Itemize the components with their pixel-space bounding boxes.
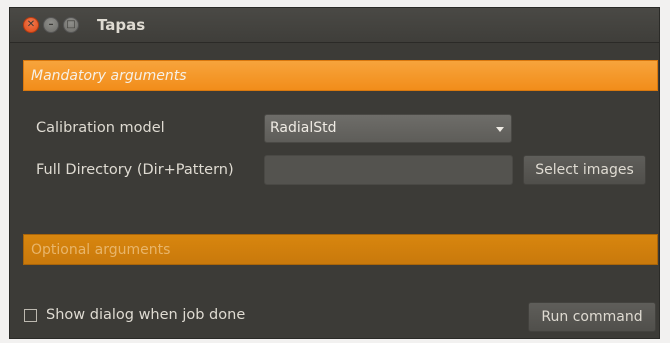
- mandatory-arguments-label: Mandatory arguments: [31, 68, 187, 84]
- chevron-down-icon: [496, 127, 504, 132]
- tapas-window: ✕ – □ Tapas Mandatory arguments Calibrat…: [9, 7, 660, 339]
- minimize-icon: –: [48, 19, 54, 30]
- optional-arguments-header[interactable]: Optional arguments: [23, 234, 658, 265]
- minimize-window-button[interactable]: –: [43, 17, 59, 33]
- calibration-model-select[interactable]: RadialStd: [264, 114, 512, 143]
- run-command-button[interactable]: Run command: [528, 302, 656, 332]
- calibration-model-value: RadialStd: [270, 120, 337, 136]
- optional-arguments-label: Optional arguments: [31, 242, 171, 258]
- maximize-window-button[interactable]: □: [63, 17, 79, 33]
- window-title: Tapas: [97, 16, 146, 34]
- show-dialog-label: Show dialog when job done: [46, 307, 246, 323]
- calibration-model-label: Calibration model: [36, 120, 165, 136]
- close-icon: ✕: [26, 19, 36, 30]
- select-images-button[interactable]: Select images: [523, 155, 646, 185]
- full-directory-label: Full Directory (Dir+Pattern): [36, 162, 234, 178]
- title-bar[interactable]: ✕ – □ Tapas: [10, 8, 659, 43]
- close-window-button[interactable]: ✕: [23, 17, 39, 33]
- full-directory-input[interactable]: [264, 155, 513, 185]
- mandatory-arguments-header[interactable]: Mandatory arguments: [23, 60, 658, 91]
- show-dialog-checkbox[interactable]: [24, 309, 37, 322]
- maximize-icon: □: [66, 19, 76, 30]
